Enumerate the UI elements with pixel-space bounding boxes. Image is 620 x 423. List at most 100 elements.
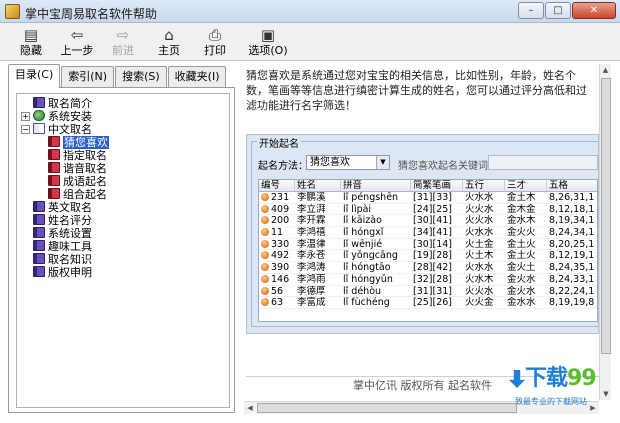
back-button[interactable]: ⇦ 上一步 [54, 23, 100, 60]
scroll-thumb[interactable] [601, 78, 611, 354]
book-icon [33, 201, 45, 212]
intro-text: 猜您喜欢是系统通过您对宝宝的相关信息，比如性别，年龄，姓名个数，笔画等等信息进行… [246, 69, 587, 112]
vertical-scrollbar[interactable]: ▲ ▼ [599, 64, 611, 400]
tree-item-fun-tools[interactable]: 趣味工具 [21, 240, 229, 253]
table-cell: 李永苍 [297, 250, 326, 262]
column-header: 五格 [547, 180, 597, 191]
tree-item-intro[interactable]: 取名简介 [21, 97, 229, 110]
back-arrow-icon: ⇦ [70, 26, 84, 44]
contents-panel: 取名简介 + 系统安装 − 中文取名 猜您喜欢 指定取名 谐音取名 成语起名 组合起… [8, 87, 235, 413]
table-cell: 李开霖 [297, 215, 326, 227]
table-cell: lǐ hóngyǔn [343, 273, 393, 285]
expand-icon[interactable]: + [21, 112, 30, 121]
globe-icon [33, 110, 45, 121]
column-header: 编号 [259, 180, 295, 191]
scroll-left-arrow-icon[interactable]: ◀ [244, 402, 256, 414]
table-cell: 金木金 [507, 203, 536, 215]
minimize-button[interactable]: – [518, 2, 544, 19]
hide-button[interactable]: ▤ 隐藏 [8, 23, 54, 60]
options-icon: ▣ [260, 26, 276, 44]
book-icon [33, 97, 45, 108]
tree-item-guess-you-like[interactable]: 猜您喜欢 [21, 136, 229, 149]
table-cell: 63 [259, 297, 295, 308]
table-cell: [30][14] [413, 238, 453, 250]
tree-item-name-score[interactable]: 姓名评分 [21, 214, 229, 227]
scroll-up-arrow-icon[interactable]: ▲ [600, 64, 611, 76]
tree-item-homophone-naming[interactable]: 谐音取名 [21, 162, 229, 175]
book-icon [33, 266, 45, 277]
table-cell: 8,19,34,1 [549, 215, 595, 227]
collapse-icon[interactable]: − [21, 125, 30, 134]
table-cell: 李温律 [297, 238, 326, 250]
table-cell: 8,19,19,8 [549, 297, 595, 308]
table-body: 231 李鹏溪 lǐ péngshēn [31][33] 火水水 金土木 8,26,31,1… [259, 192, 597, 309]
baby-face-icon [261, 239, 269, 248]
print-label: 打印 [204, 44, 226, 57]
table-row: 409 李立湃 lǐ lìpài [24][25] 火火水 金木金 8,12,18,1 [259, 204, 597, 216]
red-book-icon [48, 136, 60, 147]
back-label: 上一步 [60, 44, 94, 57]
title-bar: 掌中宝周易取名软件帮助 – □ ✕ [0, 0, 620, 23]
tree-item-combo-naming[interactable]: 组合起名 [21, 188, 229, 201]
home-label: 主页 [158, 44, 180, 57]
navigation-pane: 目录(C) 索引(N) 搜索(S) 收藏夹(I) 取名简介 + 系统安装 − 中文取… [8, 64, 235, 414]
names-table: 编号 姓名 拼音 简繁笔画 五行 三才 五格 231 李鹏溪 lǐ péngshēn… [258, 179, 598, 322]
tree-item-copyright[interactable]: 版权申明 [21, 266, 229, 279]
tree-item-naming-knowledge[interactable]: 取名知识 [21, 253, 229, 266]
table-cell: 492 [259, 250, 295, 261]
table-cell: 火土木 [465, 250, 494, 262]
tree-item-english-naming[interactable]: 英文取名 [21, 201, 229, 214]
table-cell: [32][28] [413, 273, 453, 285]
scroll-thumb[interactable] [257, 403, 517, 413]
maximize-button[interactable]: □ [545, 2, 571, 19]
table-cell: 火水木 [465, 273, 494, 285]
home-button[interactable]: ⌂ 主页 [146, 23, 192, 60]
table-cell: lǐ yǒngcāng [343, 250, 398, 262]
table-cell: 火水水 [465, 192, 494, 203]
baby-face-icon [261, 216, 269, 225]
table-cell: 409 [259, 204, 295, 214]
tree-item-install[interactable]: + 系统安装 [21, 110, 229, 123]
tree-item-idiom-naming[interactable]: 成语起名 [21, 175, 229, 188]
table-cell: 金水木 [507, 215, 536, 227]
options-label: 选项(O) [248, 44, 288, 57]
forward-button[interactable]: ⇨ 前进 [100, 23, 146, 60]
tab-contents[interactable]: 目录(C) [8, 64, 61, 88]
dropdown-arrow-icon: ▼ [376, 156, 389, 169]
print-icon: ⎙ [208, 26, 221, 44]
table-cell: 金火土 [507, 262, 536, 273]
close-button[interactable]: ✕ [572, 2, 616, 19]
baby-face-icon [261, 274, 269, 283]
table-row: 63 李富成 lǐ fùchéng [25][26] 火火金 金水水 8,19,19,8 [259, 297, 597, 309]
options-button[interactable]: ▣ 选项(O) [238, 23, 298, 60]
column-header: 简繁笔画 [411, 180, 463, 191]
tree-item-chinese-naming[interactable]: − 中文取名 [21, 123, 229, 136]
red-book-icon [48, 175, 60, 186]
table-cell: 李德厚 [297, 285, 326, 297]
print-button[interactable]: ⎙ 打印 [192, 23, 238, 60]
group-title: 开始起名 [257, 135, 301, 150]
table-cell: 火水水 [465, 227, 494, 238]
method-value: 猜您喜欢 [310, 157, 350, 168]
book-icon [33, 253, 45, 264]
tab-search[interactable]: 搜索(S) [115, 66, 167, 87]
table-cell: lǐ fùchéng [343, 297, 390, 308]
table-cell: 金土火 [507, 238, 536, 250]
book-icon [33, 240, 45, 251]
table-cell: 8,20,25,1 [549, 238, 595, 250]
watermark-tagline: 致最专业的下载网站 [515, 397, 587, 406]
table-cell: 火水水 [465, 262, 494, 273]
table-row: 200 李开霖 lǐ kāizào [30][41] 火火水 金水木 8,19,34,1 [259, 215, 597, 228]
baby-face-icon [261, 228, 269, 237]
baby-face-icon [261, 286, 269, 295]
nav-tabs: 目录(C) 索引(N) 搜索(S) 收藏夹(I) [8, 64, 227, 88]
embedded-screenshot: 开始起名 起名方法： 猜您喜欢 ▼ 猜您喜欢起名关键词： 编号 姓名 拼音 简繁… [246, 134, 599, 334]
tab-index[interactable]: 索引(N) [61, 66, 115, 87]
table-cell: 李立湃 [297, 203, 326, 215]
table-cell: 金水水 [507, 297, 536, 308]
tab-favorites[interactable]: 收藏夹(I) [167, 66, 227, 87]
table-cell: lǐ déhòu [343, 285, 382, 297]
tree-item-settings[interactable]: 系统设置 [21, 227, 229, 240]
table-cell: lǐ hóngxǐ [343, 227, 384, 238]
tree-item-specified-naming[interactable]: 指定取名 [21, 149, 229, 162]
